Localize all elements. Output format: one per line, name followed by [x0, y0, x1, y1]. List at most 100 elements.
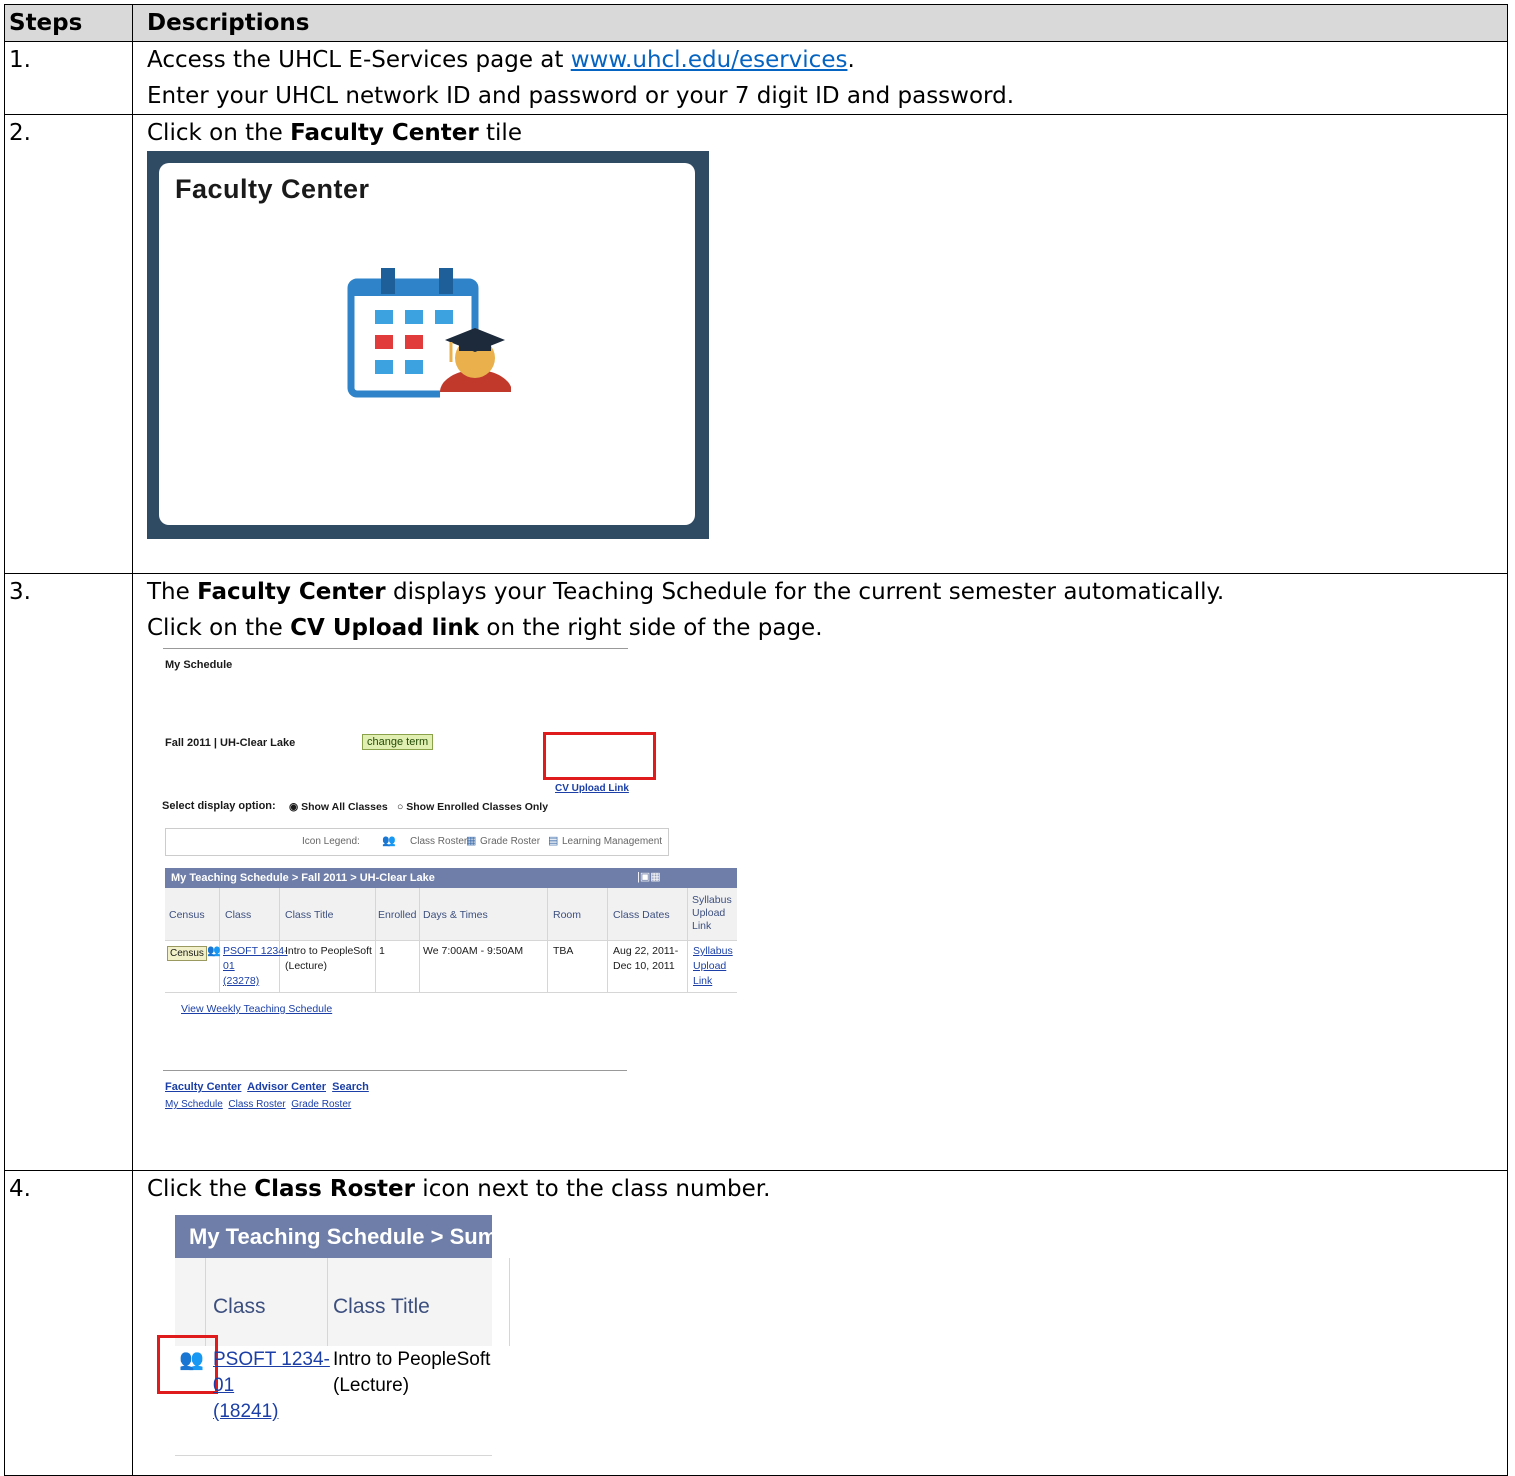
footer-advisor-center[interactable]: Advisor Center: [247, 1081, 326, 1093]
step-number: 3.: [4, 573, 133, 1171]
tile-title: Faculty Center: [175, 174, 370, 204]
footer-faculty-center[interactable]: Faculty Center: [165, 1081, 241, 1093]
text: Click on the: [147, 615, 291, 641]
text: PSOFT 1234-: [223, 945, 288, 957]
col-divider: [205, 1258, 206, 1346]
highlight-box: [543, 732, 656, 780]
step1-line2: Enter your UHCL network ID and password …: [147, 83, 1015, 109]
text-bold: CV Upload link: [290, 615, 480, 641]
row-divider: [165, 940, 737, 941]
step-description: Access the UHCL E-Services page at www.u…: [132, 41, 1508, 115]
row-divider: [165, 992, 737, 993]
text: Click on the: [147, 120, 291, 146]
term-label: Fall 2011 | UH-Clear Lake: [165, 737, 296, 749]
census-button[interactable]: Census: [167, 946, 207, 961]
class-number-link[interactable]: PSOFT 1234- 01 (23278): [223, 944, 288, 989]
grade-roster-icon: ▦: [466, 835, 477, 847]
step-row-2: 2. Click on the Faculty Center tile Facu…: [4, 114, 1508, 574]
footer-sub-links: My Schedule Class Roster Grade Roster: [165, 1098, 351, 1112]
text: The: [147, 579, 198, 605]
class-dates-value: Aug 22, 2011- Dec 10, 2011: [613, 944, 678, 974]
text: (23278): [223, 975, 260, 987]
step3-line2: Click on the CV Upload link on the right…: [147, 610, 1507, 646]
text: Upload: [693, 960, 727, 972]
class-roster-screenshot: My Teaching Schedule > Sum Class Class T…: [147, 1215, 510, 1475]
room-value: TBA: [553, 945, 574, 957]
footer-main-links: Faculty Center Advisor Center Search: [165, 1080, 369, 1094]
faculty-center-tile[interactable]: Faculty Center: [159, 163, 695, 525]
step3-line1: The Faculty Center displays your Teachin…: [147, 574, 1507, 610]
my-schedule-label: My Schedule: [165, 659, 233, 671]
schedule-header: My Teaching Schedule > Sum: [175, 1215, 492, 1258]
footer-my-schedule[interactable]: My Schedule: [165, 1099, 223, 1110]
step-row-4: 4. Click the Class Roster icon next to t…: [4, 1170, 1508, 1476]
text: displays your Teaching Schedule for the …: [385, 579, 1225, 605]
text: Link: [693, 975, 713, 987]
radio-show-all[interactable]: ◉ Show All Classes: [289, 800, 388, 814]
calendar-graduate-icon: [347, 268, 511, 408]
step-description: The Faculty Center displays your Teachin…: [132, 573, 1508, 1171]
step2-text: Click on the Faculty Center tile: [147, 115, 1507, 151]
text: (Lecture): [333, 1375, 410, 1396]
col-class: Class: [225, 909, 252, 921]
text: Intro to PeopleSoft: [285, 945, 372, 957]
col-enrolled: Enrolled: [378, 909, 417, 921]
grid-view-icon[interactable]: |▣▦: [637, 870, 661, 884]
text: Show Enrolled Classes Only: [406, 801, 549, 813]
class-number-link[interactable]: PSOFT 1234- 01 (18241): [213, 1347, 330, 1425]
radio-show-enrolled[interactable]: ○ Show Enrolled Classes Only: [397, 800, 548, 814]
col-days-times: Days & Times: [423, 909, 488, 921]
header-steps: Steps: [4, 4, 133, 42]
text: Syllabus: [693, 945, 733, 957]
legend-class-roster: Class Roster: [410, 836, 468, 847]
step-number: 1.: [4, 41, 133, 115]
text: tile: [478, 120, 522, 146]
faculty-center-screenshot: My Schedule Fall 2011 | UH-Clear Lake ch…: [147, 646, 747, 1146]
col-syllabus: Syllabus Upload Link: [692, 894, 732, 932]
eservices-link[interactable]: www.uhcl.edu/eservices: [571, 47, 848, 73]
syllabus-upload-link[interactable]: Syllabus Upload Link: [693, 944, 733, 989]
text: Aug 22, 2011-: [613, 945, 679, 957]
icon-legend-label: Icon Legend:: [302, 836, 360, 847]
weekly-schedule-link[interactable]: View Weekly Teaching Schedule: [181, 1002, 332, 1016]
radio-unselected-icon: ○: [397, 801, 407, 813]
text: 01: [223, 960, 235, 972]
step-description: Click the Class Roster icon next to the …: [132, 1170, 1508, 1476]
legend-grade-roster: Grade Roster: [480, 836, 541, 847]
cv-upload-link[interactable]: CV Upload Link: [555, 782, 629, 796]
class-title-value: Intro to PeopleSoft (Lecture): [333, 1347, 490, 1399]
learning-management-icon: ▤: [548, 835, 559, 847]
footer-grade-roster[interactable]: Grade Roster: [291, 1099, 351, 1110]
text-bold: Class Roster: [254, 1176, 415, 1202]
text: .: [847, 47, 855, 73]
footer-search[interactable]: Search: [332, 1081, 369, 1093]
icon-legend: Icon Legend: 👥 Class Roster ▦ Grade Rost…: [165, 828, 669, 856]
row-divider: [175, 1455, 492, 1456]
class-roster-icon[interactable]: 👥: [179, 1347, 204, 1373]
header-descriptions: Descriptions: [132, 4, 1508, 42]
text: (Lecture): [285, 960, 328, 972]
text: icon next to the class number.: [415, 1176, 771, 1202]
col-divider: [327, 1258, 328, 1346]
class-roster-icon[interactable]: 👥: [207, 944, 221, 958]
col-class-title: Class Title: [285, 909, 334, 921]
change-term-button[interactable]: change term: [362, 734, 434, 750]
text: Dec 10, 2011: [613, 960, 675, 972]
text-bold: Faculty Center: [290, 120, 479, 146]
class-roster-icon: 👥: [382, 835, 396, 847]
class-title-value: Intro to PeopleSoft (Lecture): [285, 944, 372, 974]
step-description: Click on the Faculty Center tile Faculty…: [132, 114, 1508, 574]
step-number: 2.: [4, 114, 133, 574]
text: Access the UHCL E-Services page at: [147, 47, 571, 73]
col-class: Class: [213, 1295, 266, 1318]
footer-class-roster[interactable]: Class Roster: [228, 1099, 285, 1110]
text: PSOFT 1234-: [213, 1349, 330, 1370]
col-class-dates: Class Dates: [613, 909, 670, 921]
radio-selected-icon: ◉: [289, 801, 302, 813]
step1-line1: Access the UHCL E-Services page at www.u…: [147, 42, 1507, 78]
steps-table: Steps Descriptions 1. Access the UHCL E-…: [4, 4, 1508, 1476]
col-census: Census: [169, 909, 205, 921]
faculty-center-tile-frame: Faculty Center: [147, 151, 709, 539]
text: Click the: [147, 1176, 255, 1202]
text: on the right side of the page.: [479, 615, 823, 641]
